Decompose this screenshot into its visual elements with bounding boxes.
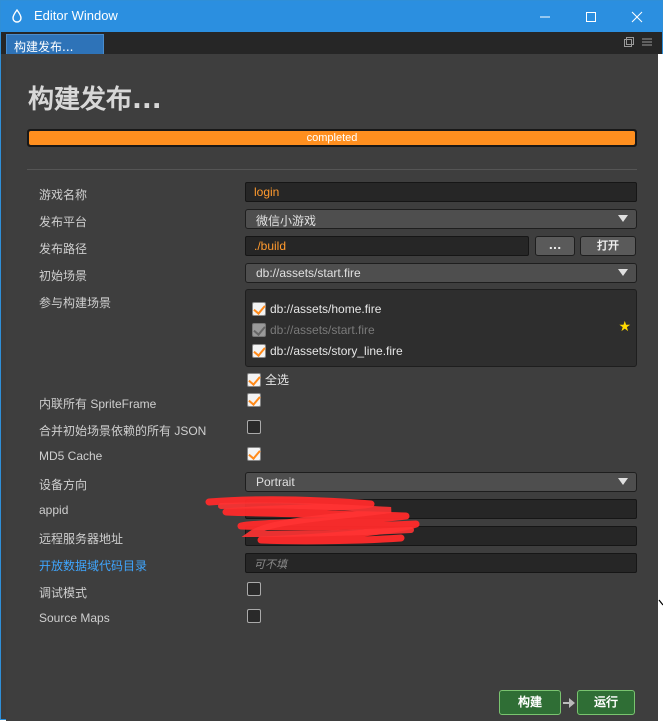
source-maps-label: Source Maps	[39, 611, 110, 625]
editor-window: Editor Window 构建发布... 构建发布... completed …	[0, 0, 663, 721]
debug-mode-label: 调试模式	[39, 586, 88, 600]
dropdown-arrow-icon	[618, 215, 628, 222]
scene-name: db://assets/start.fire	[270, 323, 375, 337]
platform-label: 发布平台	[39, 215, 88, 229]
dropdown-arrow-icon	[618, 478, 628, 485]
scene-checkbox[interactable]	[252, 344, 266, 358]
orientation-label: 设备方向	[39, 478, 88, 492]
start-scene-value: db://assets/start.fire	[256, 266, 361, 280]
close-icon	[631, 11, 643, 22]
platform-select[interactable]: 微信小游戏	[245, 209, 637, 229]
app-drop-icon	[12, 9, 22, 23]
remote-server-label: 远程服务器地址	[39, 532, 124, 546]
page-title: 构建发布...	[28, 85, 162, 115]
appid-label: appid	[39, 503, 69, 517]
build-scenes-list: db://assets/home.fire db://assets/start.…	[245, 289, 637, 367]
minimize-button[interactable]	[522, 1, 568, 32]
scene-item[interactable]: db://assets/home.fire	[252, 300, 381, 318]
open-data-dir-input[interactable]: 可不填	[245, 553, 637, 573]
tab-tools	[624, 37, 652, 47]
scene-name: db://assets/story_line.fire	[270, 344, 403, 358]
md5-cache-label: MD5 Cache	[39, 449, 103, 463]
arrow-right-icon	[563, 698, 575, 708]
inline-spriteframe-label: 内联所有 SpriteFrame	[39, 397, 157, 411]
game-name-label: 游戏名称	[39, 188, 88, 202]
scene-item: db://assets/start.fire	[252, 321, 375, 339]
title-bar: Editor Window	[1, 1, 662, 32]
build-panel: 构建发布... completed 游戏名称 login 发布平台 微信小游戏 …	[6, 54, 658, 721]
merge-json-label: 合并初始场景依赖的所有 JSON	[39, 424, 207, 438]
select-all[interactable]: 全选	[247, 371, 289, 388]
tab-bar: 构建发布...	[1, 32, 662, 54]
right-edge	[658, 54, 663, 721]
maximize-icon	[586, 11, 596, 22]
minimize-icon	[540, 16, 550, 17]
open-path-button[interactable]: 打开	[580, 236, 636, 256]
open-data-dir-label[interactable]: 开放数据域代码目录	[39, 557, 147, 574]
select-all-label: 全选	[265, 373, 290, 387]
start-scene-label: 初始场景	[39, 269, 88, 283]
orientation-value: Portrait	[256, 475, 295, 489]
build-path-input[interactable]: ./build	[245, 236, 529, 256]
game-name-input[interactable]: login	[245, 182, 637, 202]
menu-icon[interactable]	[642, 37, 652, 47]
popout-icon[interactable]	[624, 37, 634, 47]
inline-spriteframe-checkbox[interactable]	[247, 393, 261, 407]
window-title: Editor Window	[34, 8, 118, 23]
start-scene-select[interactable]: db://assets/start.fire	[245, 263, 637, 283]
tab-build-publish[interactable]: 构建发布...	[6, 34, 104, 54]
dropdown-arrow-icon	[618, 269, 628, 276]
orientation-select[interactable]: Portrait	[245, 472, 637, 492]
divider	[27, 169, 637, 170]
build-path-label: 发布路径	[39, 242, 88, 256]
debug-mode-checkbox[interactable]	[247, 582, 261, 596]
close-button[interactable]	[614, 1, 660, 32]
source-maps-checkbox[interactable]	[247, 609, 261, 623]
scene-checkbox[interactable]	[252, 302, 266, 316]
md5-cache-checkbox[interactable]	[247, 447, 261, 461]
progress-label: completed	[306, 132, 358, 144]
build-scenes-label: 参与构建场景	[39, 296, 112, 310]
browse-path-button[interactable]: ...	[535, 236, 575, 256]
merge-json-checkbox[interactable]	[247, 420, 261, 434]
redaction-scribble	[205, 496, 420, 545]
run-button[interactable]: 运行	[577, 690, 635, 715]
cursor-icon	[658, 599, 663, 606]
scene-checkbox	[252, 323, 266, 337]
select-all-checkbox[interactable]	[247, 372, 261, 387]
build-progress-bar: completed	[27, 129, 637, 147]
platform-value: 微信小游戏	[256, 214, 317, 228]
maximize-button[interactable]	[568, 1, 614, 32]
start-scene-star-icon: ★	[618, 319, 631, 335]
build-button[interactable]: 构建	[499, 690, 561, 715]
scene-item[interactable]: db://assets/story_line.fire	[252, 342, 403, 360]
scene-name: db://assets/home.fire	[270, 302, 382, 316]
